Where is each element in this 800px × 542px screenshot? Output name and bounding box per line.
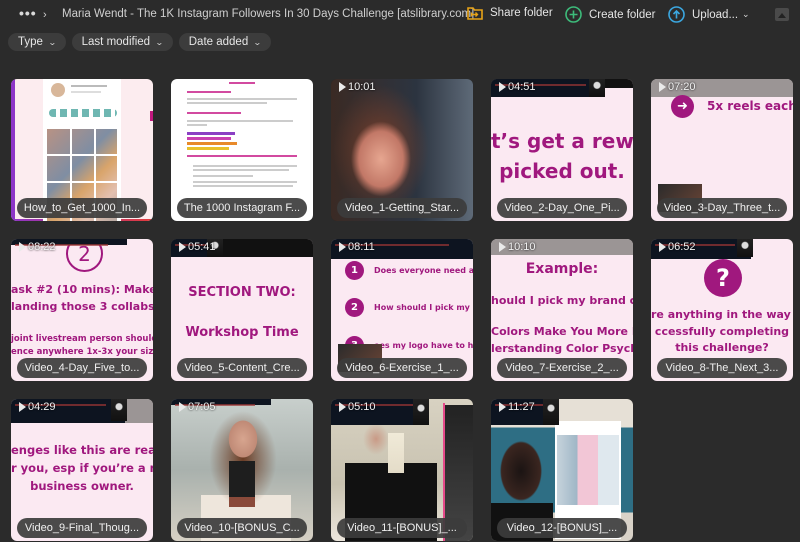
play-icon (19, 402, 26, 412)
video-duration: 07:05 (179, 401, 216, 413)
video-duration: 05:41 (179, 241, 216, 253)
file-name-label: Video_10-[BONUS_C... (177, 518, 307, 538)
play-icon (179, 402, 186, 412)
file-tile[interactable]: 11:27 Video_12-[BONUS]_... (491, 399, 633, 541)
play-icon (499, 242, 506, 252)
arrow-right-icon: ➜ (671, 95, 694, 118)
file-tile[interactable]: 10:01 Video_1-Getting_Star... (331, 79, 473, 221)
file-tile[interactable]: 05:10 Video_11-[BONUS]_... (331, 399, 473, 541)
play-icon (19, 242, 26, 252)
file-name-label: Video_2-Day_One_Pi... (497, 198, 627, 218)
file-name-label: Video_12-[BONUS]_... (497, 518, 627, 538)
play-icon (499, 402, 506, 412)
share-folder-label: Share folder (490, 7, 553, 19)
file-tile[interactable]: enges like this are really r you, esp if… (11, 399, 153, 541)
video-duration: 08:22 (19, 241, 56, 253)
file-grid: How_to_Get_1000_In... The 1000 Instagram… (11, 79, 793, 541)
video-duration: 04:51 (499, 81, 536, 93)
play-icon (659, 82, 666, 92)
question-mark-icon: ? (704, 259, 742, 297)
file-name-label: Video_7-Exercise_2_... (497, 358, 627, 378)
file-name-label: Video_3-Day_Three_t... (657, 198, 787, 218)
create-folder-label: Create folder (589, 8, 656, 21)
upload-arrow-icon (668, 6, 685, 23)
file-name-label: How_to_Get_1000_In... (17, 198, 147, 218)
plus-circle-icon (565, 6, 582, 23)
file-name-label: Video_1-Getting_Star... (337, 198, 467, 218)
file-name-label: Video_5-Content_Cre... (177, 358, 307, 378)
file-tile[interactable]: How_to_Get_1000_In... (11, 79, 153, 221)
video-duration: 11:27 (499, 401, 535, 413)
chevron-down-icon: ⌄ (155, 37, 164, 47)
chevron-down-icon: ⌄ (47, 37, 57, 47)
video-duration: 08:11 (339, 241, 375, 253)
share-folder-button[interactable]: Share folder (467, 6, 553, 20)
play-icon (339, 82, 346, 92)
filter-date-added[interactable]: Date added ⌄ (178, 33, 271, 51)
create-folder-button[interactable]: Create folder (565, 6, 655, 23)
filter-type[interactable]: Type ⌄ (8, 33, 66, 51)
video-duration: 10:01 (339, 81, 376, 93)
filter-bar: Type ⌄ Last modified ⌄ Date added ⌄ (8, 33, 271, 51)
file-name-label: The 1000 Instagram F... (177, 198, 307, 218)
file-name-label: Video_6-Exercise_1_... (337, 358, 467, 378)
filter-date-added-label: Date added (188, 36, 249, 48)
upload-button[interactable]: Upload... (668, 6, 738, 23)
file-name-label: Video_11-[BONUS]_... (337, 518, 467, 538)
chevron-down-icon: ⌄ (253, 37, 262, 47)
file-tile[interactable]: 1Does everyone need a logo 2How should I… (331, 239, 473, 381)
gallery-view-icon[interactable] (775, 8, 789, 21)
upload-dropdown-chevron-icon[interactable]: ⌄ (742, 9, 750, 20)
filter-last-modified-label: Last modified (81, 36, 151, 48)
file-name-label: Video_8-The_Next_3... (657, 358, 787, 378)
filter-last-modified[interactable]: Last modified ⌄ (71, 33, 173, 51)
play-icon (339, 402, 346, 412)
file-tile[interactable]: The 1000 Instagram F... (171, 79, 313, 221)
file-tile[interactable]: ? re anything in the way o ccessfully co… (651, 239, 793, 381)
share-folder-icon (467, 7, 483, 20)
video-duration: 10:10 (499, 241, 536, 253)
more-options-button[interactable]: ••• (19, 6, 37, 20)
play-icon (499, 82, 506, 92)
file-tile[interactable]: Example: hould I pick my brand co Colors… (491, 239, 633, 381)
play-icon (659, 242, 666, 252)
file-tile[interactable]: 2 ask #2 (10 mins): Make prog landing th… (11, 239, 153, 381)
filter-type-label: Type (18, 36, 43, 48)
file-tile[interactable]: SECTION TWO: Workshop Time 05:41 Video_5… (171, 239, 313, 381)
play-icon (179, 242, 186, 252)
file-tile[interactable]: 07:05 Video_10-[BONUS_C... (171, 399, 313, 541)
upload-label: Upload... (692, 8, 739, 21)
top-bar: ••• › Maria Wendt - The 1K Instagram Fol… (0, 0, 800, 30)
video-duration: 05:10 (339, 401, 376, 413)
video-duration: 07:20 (659, 81, 696, 93)
file-tile[interactable]: t’s get a rewa picked out. 04:51 Video_2… (491, 79, 633, 221)
breadcrumb-separator-icon: › (43, 9, 47, 21)
video-duration: 04:29 (19, 401, 56, 413)
video-duration: 06:52 (659, 241, 696, 253)
file-name-label: Video_9-Final_Thoug... (17, 518, 147, 538)
file-tile[interactable]: ➜ 5x reels each we 07:20 Video_3-Day_Thr… (651, 79, 793, 221)
play-icon (339, 242, 346, 252)
file-name-label: Video_4-Day_Five_to... (17, 358, 147, 378)
breadcrumb-current-folder: Maria Wendt - The 1K Instagram Followers… (62, 8, 475, 20)
